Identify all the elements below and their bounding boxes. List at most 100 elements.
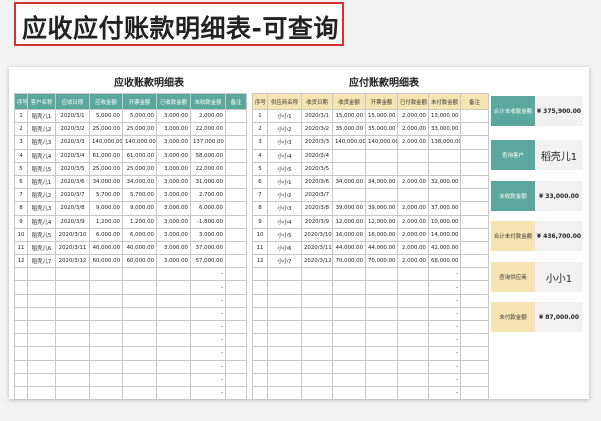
table-cell[interactable]: 22,000.00 [190, 122, 226, 137]
table-cell[interactable] [332, 161, 366, 176]
table-cell[interactable] [252, 346, 268, 361]
table-cell[interactable] [267, 346, 302, 361]
table-cell[interactable] [122, 280, 157, 295]
table-cell[interactable] [252, 372, 268, 387]
table-cell[interactable] [252, 333, 268, 348]
table-cell[interactable]: 3 [252, 135, 268, 150]
table-cell[interactable]: 137,000.00 [190, 135, 226, 150]
table-cell[interactable] [397, 280, 429, 295]
table-cell[interactable] [460, 280, 489, 295]
table-cell[interactable] [365, 385, 398, 401]
table-cell[interactable] [332, 188, 366, 203]
table-cell[interactable]: 60,000.00 [89, 254, 123, 269]
table-cell[interactable]: 1 [14, 108, 28, 124]
table-cell[interactable]: 33,000.00 [428, 122, 461, 137]
table-cell[interactable] [460, 306, 489, 322]
table-cell[interactable] [365, 280, 398, 295]
table-cell[interactable]: 稻壳儿5 [27, 227, 56, 242]
table-cell[interactable] [397, 267, 429, 282]
table-cell[interactable] [460, 372, 489, 387]
table-cell[interactable]: 3,000.00 [156, 227, 191, 242]
table-cell[interactable]: 68,000.00 [428, 254, 461, 269]
table-cell[interactable]: 稻壳儿1 [27, 108, 56, 124]
table-cell[interactable] [428, 188, 461, 203]
table-cell[interactable]: 小小2 [267, 188, 302, 203]
table-cell[interactable]: - [190, 306, 226, 322]
table-cell[interactable] [27, 346, 56, 361]
table-cell[interactable]: 12 [252, 254, 268, 269]
table-cell[interactable]: - [428, 372, 461, 387]
table-cell[interactable] [225, 161, 247, 176]
table-cell[interactable] [225, 240, 247, 256]
table-cell[interactable] [460, 359, 489, 374]
table-cell[interactable] [89, 359, 123, 374]
table-cell[interactable] [14, 372, 28, 387]
table-cell[interactable]: 3,000.00 [156, 201, 191, 216]
table-cell[interactable] [332, 148, 366, 163]
table-cell[interactable]: 5,700.00 [122, 188, 157, 203]
table-cell[interactable]: 9 [252, 214, 268, 229]
table-cell[interactable] [122, 372, 157, 387]
table-cell[interactable] [397, 346, 429, 361]
table-cell[interactable]: - [428, 267, 461, 282]
table-cell[interactable] [332, 346, 366, 361]
table-cell[interactable] [332, 280, 366, 295]
table-cell[interactable]: - [190, 267, 226, 282]
table-cell[interactable]: 2 [252, 122, 268, 137]
table-cell[interactable]: 2020/3/2 [301, 122, 333, 137]
table-cell[interactable] [301, 359, 333, 374]
table-cell[interactable] [397, 372, 429, 387]
table-cell[interactable]: 2020/3/4 [301, 148, 333, 163]
table-cell[interactable] [460, 293, 489, 308]
table-cell[interactable] [332, 306, 366, 322]
table-cell[interactable]: 16,000.00 [365, 227, 398, 242]
table-cell[interactable]: 3,000.00 [156, 135, 191, 150]
table-cell[interactable] [301, 293, 333, 308]
table-cell[interactable] [460, 174, 489, 190]
table-cell[interactable]: 2020/3/12 [55, 254, 90, 269]
table-cell[interactable]: 3,000.00 [156, 188, 191, 203]
table-cell[interactable] [89, 280, 123, 295]
table-cell[interactable] [267, 359, 302, 374]
table-cell[interactable]: 10 [14, 227, 28, 242]
table-cell[interactable]: 6 [14, 174, 28, 190]
table-cell[interactable] [332, 267, 366, 282]
table-cell[interactable]: 2,000.00 [397, 254, 429, 269]
table-cell[interactable] [397, 161, 429, 176]
table-cell[interactable] [156, 359, 191, 374]
table-cell[interactable] [460, 385, 489, 401]
table-cell[interactable] [460, 227, 489, 242]
table-cell[interactable] [301, 346, 333, 361]
table-cell[interactable]: 2020/3/5 [55, 161, 90, 176]
table-cell[interactable] [365, 359, 398, 374]
table-cell[interactable]: 2,000.00 [397, 214, 429, 229]
table-cell[interactable]: 5,700.00 [89, 188, 123, 203]
table-cell[interactable]: 7 [252, 188, 268, 203]
table-cell[interactable] [122, 333, 157, 348]
table-cell[interactable] [460, 319, 489, 335]
table-cell[interactable]: 稻壳儿4 [27, 214, 56, 229]
table-cell[interactable]: 2020/3/2 [55, 122, 90, 137]
table-cell[interactable]: 2020/3/8 [55, 201, 90, 216]
table-cell[interactable]: 稻壳儿6 [27, 240, 56, 256]
table-cell[interactable] [14, 293, 28, 308]
table-cell[interactable] [122, 359, 157, 374]
table-cell[interactable] [14, 319, 28, 335]
table-cell[interactable]: 2,000.00 [397, 174, 429, 190]
table-cell[interactable] [122, 267, 157, 282]
table-cell[interactable]: 35,000.00 [365, 122, 398, 137]
table-cell[interactable]: 3,000.00 [190, 227, 226, 242]
table-cell[interactable]: 2020/3/5 [301, 161, 333, 176]
table-cell[interactable]: - [190, 359, 226, 374]
table-cell[interactable]: 140,000.00 [122, 135, 157, 150]
table-cell[interactable] [225, 306, 247, 322]
table-cell[interactable]: 61,000.00 [122, 148, 157, 163]
table-cell[interactable]: 2020/3/11 [301, 240, 333, 256]
table-cell[interactable]: 3,000.00 [156, 148, 191, 163]
table-cell[interactable] [365, 306, 398, 322]
table-cell[interactable]: - [428, 333, 461, 348]
table-cell[interactable]: - [428, 306, 461, 322]
table-cell[interactable] [27, 293, 56, 308]
table-cell[interactable]: - [428, 319, 461, 335]
table-cell[interactable] [55, 267, 90, 282]
